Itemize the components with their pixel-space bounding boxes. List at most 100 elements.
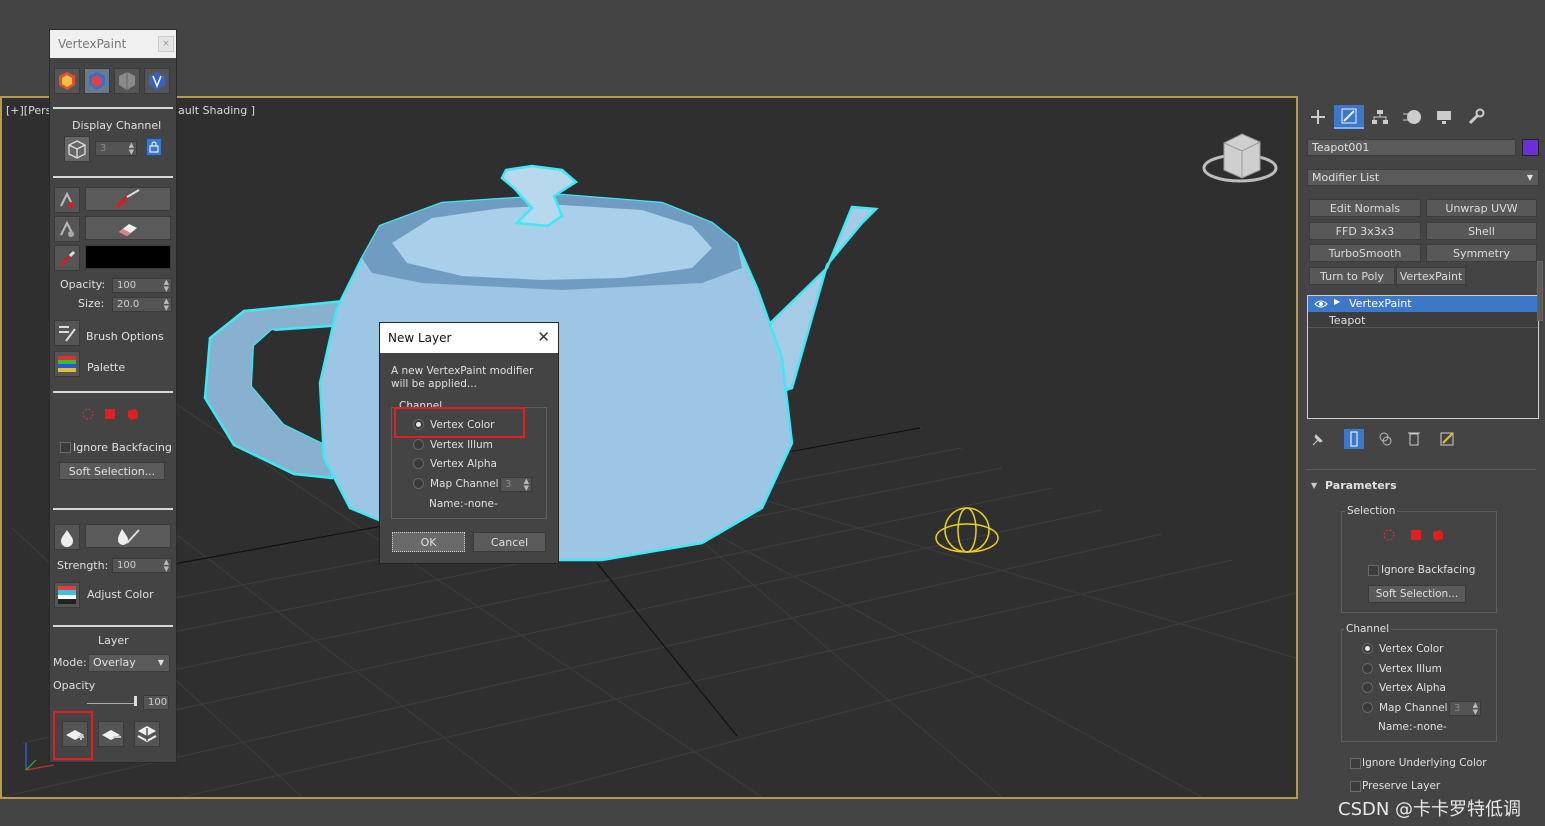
view-cube-icon <box>1202 133 1278 183</box>
close-icon[interactable]: ✕ <box>537 328 550 346</box>
radio-map-channel[interactable] <box>1362 702 1373 713</box>
symmetry-button[interactable]: Symmetry <box>1426 244 1537 262</box>
size-spinner[interactable]: 20.0 ▲ ▼ <box>112 297 172 312</box>
separator <box>53 625 173 627</box>
edit-normals-button[interactable]: Edit Normals <box>1309 199 1421 217</box>
radio-vertex-color[interactable] <box>1362 643 1373 654</box>
erase-all-icon[interactable] <box>54 216 80 242</box>
expand-triangle-icon[interactable]: ▶ <box>1334 297 1340 306</box>
motion-tab-icon[interactable] <box>1397 105 1427 129</box>
palette-icon[interactable] <box>54 351 80 377</box>
layer-opacity-value[interactable]: 100 <box>143 695 169 710</box>
object-color-swatch[interactable] <box>1522 139 1539 156</box>
soft-selection-button[interactable]: Soft Selection... <box>59 462 165 480</box>
radio-map-channel[interactable] <box>413 478 424 489</box>
option-vertex-color[interactable]: Vertex Color <box>1379 643 1444 655</box>
dialog-titlebar[interactable]: New Layer ✕ <box>380 323 558 353</box>
ignore-underlying-color-checkbox[interactable] <box>1350 758 1361 769</box>
adjust-color-icon[interactable] <box>54 582 80 608</box>
hierarchy-tab-icon[interactable] <box>1365 105 1395 129</box>
create-tab-icon[interactable] <box>1303 105 1333 129</box>
disable-vertex-color-display-icon[interactable] <box>114 68 140 94</box>
radio-vertex-illum[interactable] <box>1362 663 1373 674</box>
ignore-backfacing-checkbox[interactable] <box>1368 565 1379 576</box>
rollout-collapse-icon[interactable]: ▼ <box>1311 481 1317 490</box>
panel-scrollbar[interactable] <box>1537 261 1543 321</box>
radio-vertex-illum[interactable] <box>413 439 424 450</box>
cancel-button[interactable]: Cancel <box>473 532 546 552</box>
modifier-stack: ▶ VertexPaint Teapot <box>1307 295 1539 419</box>
soft-selection-button[interactable]: Soft Selection... <box>1368 585 1466 603</box>
erase-button[interactable] <box>85 216 171 240</box>
modifier-list-dropdown[interactable]: Modifier List ▼ <box>1307 169 1539 186</box>
cube-icon[interactable] <box>64 136 90 162</box>
utilities-tab-icon[interactable] <box>1461 105 1491 129</box>
option-vertex-alpha[interactable]: Vertex Alpha <box>430 458 497 470</box>
command-panel: Teapot001 Modifier List ▼ Edit Normals Un… <box>1301 97 1545 826</box>
paint-all-icon[interactable] <box>54 187 80 213</box>
selection-group-label: Selection <box>1345 505 1398 517</box>
perspective-viewport[interactable]: [+][Pers ault Shading ] <box>0 96 1298 799</box>
turbosmooth-button[interactable]: TurboSmooth <box>1309 244 1421 262</box>
ignore-underlying-color-label: Ignore Underlying Color <box>1362 757 1487 769</box>
ffd-3x3x3-button[interactable]: FFD 3x3x3 <box>1309 222 1421 240</box>
preserve-layer-checkbox[interactable] <box>1350 781 1361 792</box>
toggle-xray-icon[interactable] <box>144 68 170 94</box>
option-vertex-illum[interactable]: Vertex Illum <box>1379 663 1442 675</box>
brush-options-icon[interactable] <box>54 320 80 346</box>
layer-opacity-slider-track[interactable] <box>87 703 137 704</box>
map-channel-spinner[interactable]: 3 ▲ ▼ <box>1449 701 1481 716</box>
vertexpaint-button[interactable]: VertexPaint <box>1396 267 1466 285</box>
color-picker-eyedropper-icon[interactable] <box>54 245 80 271</box>
radio-vertex-alpha[interactable] <box>1362 682 1373 693</box>
separator <box>53 508 173 510</box>
grid-axis-y <box>596 562 738 737</box>
option-map-channel[interactable]: Map Channel <box>430 478 499 490</box>
vertexpaint-titlebar[interactable]: VertexPaint × <box>50 30 176 58</box>
option-vertex-alpha[interactable]: Vertex Alpha <box>1379 682 1446 694</box>
display-channel-spinner[interactable]: 3 ▲ ▼ <box>95 141 137 156</box>
close-icon[interactable]: × <box>158 36 174 52</box>
selection-level-toolbar <box>82 408 138 420</box>
unwrap-uvw-button[interactable]: Unwrap UVW <box>1426 199 1537 217</box>
lock-icon[interactable] <box>146 138 162 156</box>
separator <box>53 107 173 109</box>
element-selection-icon <box>1433 530 1443 541</box>
object-name-field[interactable]: Teapot001 <box>1307 139 1516 156</box>
opacity-label: Opacity: <box>60 278 106 291</box>
opacity-spinner[interactable]: 100 ▲ ▼ <box>112 278 172 293</box>
map-channel-spinner[interactable]: 3 ▲ ▼ <box>500 477 532 492</box>
ok-button[interactable]: OK <box>392 532 465 552</box>
stack-item-teapot[interactable]: Teapot <box>1308 312 1538 328</box>
name-label: Name: <box>429 498 464 510</box>
layer-mode-dropdown[interactable]: Overlay ▼ <box>88 654 170 672</box>
condense-layers-icon[interactable] <box>134 721 160 747</box>
shell-button[interactable]: Shell <box>1426 222 1537 240</box>
turn-to-poly-button[interactable]: Turn to Poly <box>1309 267 1395 285</box>
ignore-backfacing-checkbox[interactable] <box>60 442 71 453</box>
radio-vertex-alpha[interactable] <box>413 458 424 469</box>
adjust-color-label[interactable]: Adjust Color <box>87 588 154 601</box>
blur-drop-icon[interactable] <box>54 524 80 550</box>
option-map-channel[interactable]: Map Channel <box>1379 702 1448 714</box>
layer-opacity-slider-thumb[interactable] <box>134 696 137 706</box>
paintbrush-icon <box>115 189 140 209</box>
paint-color-swatch[interactable] <box>85 245 171 269</box>
vertex-color-display-shaded-icon[interactable] <box>54 68 80 94</box>
display-tab-icon[interactable] <box>1429 105 1459 129</box>
brush-options-label[interactable]: Brush Options <box>86 330 164 343</box>
size-label: Size: <box>78 297 105 310</box>
vertex-color-display-unshaded-icon[interactable] <box>84 68 110 94</box>
paint-button[interactable] <box>85 187 171 211</box>
strength-spinner[interactable]: 100 ▲ ▼ <box>112 558 172 573</box>
blur-brush-button[interactable] <box>85 524 171 548</box>
delete-layer-icon[interactable] <box>98 721 124 747</box>
modify-tab-icon[interactable] <box>1334 105 1364 129</box>
palette-label[interactable]: Palette <box>87 361 125 374</box>
stack-item-vertexpaint[interactable]: ▶ VertexPaint <box>1308 296 1538 312</box>
parameters-title[interactable]: Parameters <box>1325 479 1397 492</box>
option-vertex-illum[interactable]: Vertex Illum <box>430 439 493 451</box>
eye-icon[interactable] <box>1314 299 1328 309</box>
rollout-divider <box>1306 469 1536 470</box>
chevron-down-icon: ▼ <box>157 658 164 667</box>
